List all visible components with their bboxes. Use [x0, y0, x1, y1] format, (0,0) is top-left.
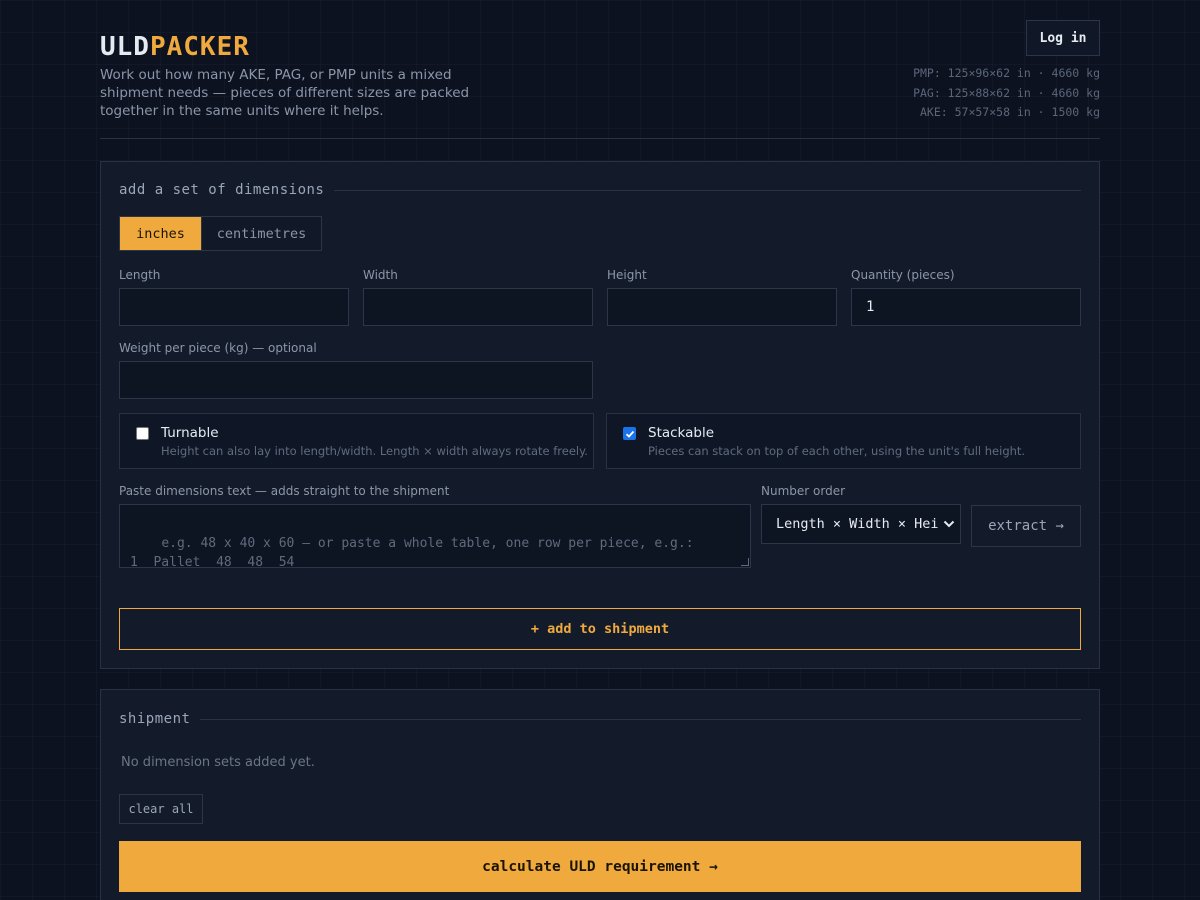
turnable-option[interactable]: Turnable Height can also lay into length…	[119, 413, 594, 469]
stackable-checkbox[interactable]	[623, 427, 636, 440]
paste-dimensions-textarea[interactable]: e.g. 48 x 40 x 60 — or paste a whole tab…	[119, 504, 751, 568]
chevron-down-icon	[938, 505, 960, 543]
turnable-checkbox[interactable]	[136, 427, 149, 440]
turnable-title: Turnable	[161, 425, 219, 441]
stackable-option[interactable]: Stackable Pieces can stack on top of eac…	[606, 413, 1081, 469]
weight-input[interactable]	[119, 361, 593, 399]
quantity-input[interactable]: 1	[851, 288, 1081, 326]
number-order-select[interactable]: Length × Width × Height	[761, 504, 961, 544]
height-label: Height	[607, 268, 647, 282]
stackable-title: Stackable	[648, 425, 715, 441]
logo-text-uld: ULD	[100, 32, 150, 62]
checkmark-icon	[625, 430, 634, 438]
legend-rule	[334, 189, 1081, 191]
length-label: Length	[119, 268, 161, 282]
number-order-value: Length × Width × Height	[776, 516, 961, 532]
width-label: Width	[363, 268, 398, 282]
add-dimensions-title: add a set of dimensions	[119, 182, 325, 198]
add-dimensions-legend: add a set of dimensions	[119, 182, 1081, 198]
add-to-shipment-button[interactable]: + add to shipment	[119, 608, 1081, 650]
logo-text-packer: PACKER	[149, 32, 250, 62]
length-input[interactable]	[119, 288, 349, 326]
uld-specs: PMP: 125×96×62 in · 4660 kg PAG: 125×88×…	[913, 64, 1100, 123]
app-logo: ULDPACKER	[100, 32, 250, 62]
unit-inches-button[interactable]: inches	[120, 217, 201, 250]
login-button[interactable]: Log in	[1026, 20, 1100, 56]
paste-placeholder: e.g. 48 x 40 x 60 — or paste a whole tab…	[130, 535, 694, 568]
spec-pag: PAG: 125×88×62 in · 4660 kg	[913, 85, 1100, 100]
turnable-description: Height can also lay into length/width. L…	[161, 444, 588, 458]
spec-ake: AKE: 57×57×58 in · 1500 kg	[919, 105, 1100, 119]
add-dimensions-panel: add a set of dimensions inches centimetr…	[100, 161, 1100, 669]
calculate-uld-button[interactable]: calculate ULD requirement →	[119, 841, 1081, 892]
shipment-title: shipment	[119, 711, 191, 727]
clear-all-button[interactable]: clear all	[119, 794, 203, 824]
resize-grip-icon[interactable]	[741, 558, 749, 566]
shipment-panel: shipment No dimension sets added yet. cl…	[100, 689, 1100, 900]
height-input[interactable]	[607, 288, 837, 326]
weight-label: Weight per piece (kg) — optional	[119, 341, 317, 355]
quantity-label: Quantity (pieces)	[851, 268, 955, 282]
stackable-description: Pieces can stack on top of each other, u…	[648, 444, 1026, 458]
shipment-legend: shipment	[119, 711, 1081, 727]
shipment-empty-message: No dimension sets added yet.	[121, 755, 315, 770]
unit-toggle: inches centimetres	[119, 216, 322, 251]
number-order-label: Number order	[761, 484, 846, 498]
extract-button[interactable]: extract →	[971, 505, 1081, 547]
app-tagline: Work out how many AKE, PAG, or PMP units…	[100, 67, 470, 119]
legend-rule	[200, 718, 1081, 720]
spec-pmp: PMP: 125×96×62 in · 4660 kg	[913, 66, 1100, 80]
unit-centimetres-button[interactable]: centimetres	[201, 217, 321, 250]
header-divider	[100, 138, 1100, 139]
width-input[interactable]	[363, 288, 593, 326]
paste-label: Paste dimensions text — adds straight to…	[119, 484, 450, 498]
